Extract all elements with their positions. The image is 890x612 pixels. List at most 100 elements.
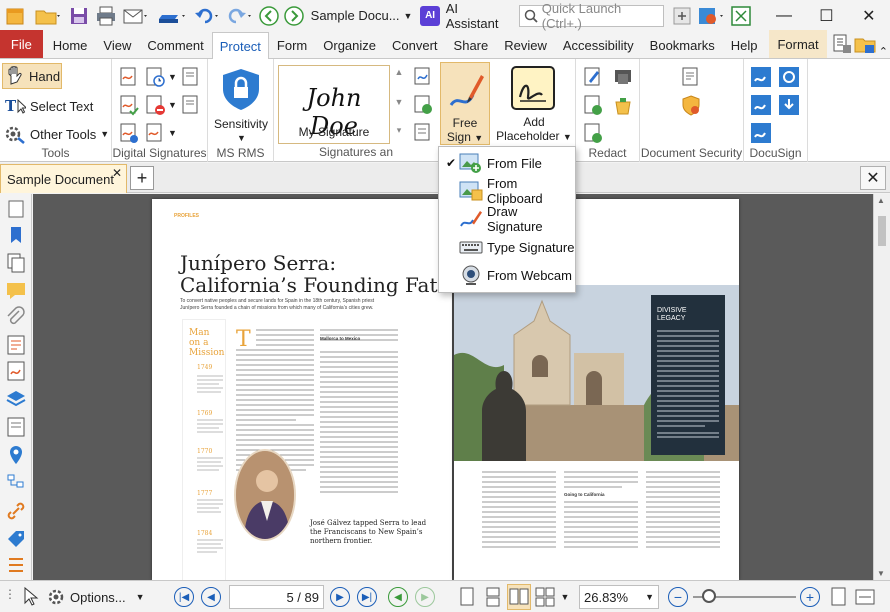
hand-tool-button[interactable]: Hand — [2, 63, 62, 89]
trusted-certs-icon[interactable] — [180, 94, 202, 116]
attachments-icon[interactable] — [5, 306, 27, 328]
last-page-button[interactable]: ▶| — [357, 587, 377, 607]
other-tools-button[interactable]: Other Tools ▼ — [4, 121, 109, 147]
tab-convert[interactable]: Convert — [384, 32, 446, 58]
tab-review[interactable]: Review — [496, 32, 555, 58]
maximize-button[interactable]: ☐ — [805, 1, 847, 31]
redact-pages-icon[interactable] — [612, 66, 634, 88]
collapse-ribbon-icon[interactable]: ⌃ — [877, 45, 890, 58]
gallery-more-icon[interactable]: ▾ — [392, 125, 406, 136]
tab-comment[interactable]: Comment — [139, 32, 211, 58]
single-page-view-icon[interactable] — [455, 584, 479, 610]
email-icon[interactable] — [120, 2, 155, 30]
docusign-settings-icon[interactable] — [750, 122, 772, 144]
chevron-down-icon[interactable]: ▼ — [404, 11, 413, 21]
scroll-down-icon[interactable]: ▼ — [877, 569, 885, 578]
gallery-down-icon[interactable]: ▼ — [392, 97, 406, 107]
order-icon[interactable] — [5, 554, 27, 576]
timestamp-icon[interactable] — [144, 66, 166, 88]
options-button[interactable]: Options... ▼ — [46, 585, 145, 609]
docusign-sign-icon[interactable] — [750, 94, 772, 116]
new-tab-button[interactable]: + — [130, 166, 154, 190]
sanitize-icon[interactable] — [612, 94, 634, 116]
security-lock-icon[interactable] — [680, 94, 702, 116]
chevron-down-icon[interactable]: ▼ — [168, 72, 177, 82]
sign-document-icon[interactable] — [118, 66, 140, 88]
links-icon[interactable] — [5, 500, 27, 522]
previous-page-button[interactable]: ◀ — [201, 587, 221, 607]
gallery-scroll[interactable]: ▲ ▼ ▾ — [392, 67, 406, 143]
tab-organize[interactable]: Organize — [315, 32, 384, 58]
gallery-up-icon[interactable]: ▲ — [392, 67, 406, 77]
destinations-icon[interactable] — [5, 444, 27, 466]
ribbon-options-icon[interactable] — [831, 30, 853, 58]
select-text-button[interactable]: T Select Text — [4, 93, 93, 119]
menu-item-from-clipboard[interactable]: From Clipboard — [439, 176, 575, 206]
tab-share[interactable]: Share — [446, 32, 497, 58]
free-sign-button[interactable]: Free Sign ▼ — [440, 62, 490, 145]
save-icon[interactable] — [66, 2, 93, 30]
sensitivity-shield-icon[interactable] — [220, 67, 262, 111]
redo-icon[interactable] — [224, 2, 257, 30]
fields-icon[interactable] — [5, 334, 27, 356]
next-page-button[interactable]: ▶ — [330, 587, 350, 607]
fit-width-icon[interactable] — [854, 586, 876, 608]
mark-redaction-icon[interactable] — [582, 66, 604, 88]
signature-clear-icon[interactable] — [412, 121, 434, 143]
cert-manager-icon[interactable] — [180, 66, 202, 88]
forward-view-button[interactable]: ▶ — [415, 587, 435, 607]
layers-icon[interactable] — [5, 388, 27, 410]
signatures-panel-icon[interactable] — [5, 360, 27, 382]
structure-icon[interactable] — [5, 472, 27, 494]
scroll-thumb[interactable] — [878, 216, 886, 246]
zoom-input[interactable]: 26.83% ▼ — [579, 585, 659, 609]
chevron-down-icon[interactable]: ▼ — [645, 592, 654, 602]
signature-settings-icon[interactable] — [118, 122, 140, 144]
back-view-button[interactable]: ◀ — [388, 587, 408, 607]
tab-file[interactable]: File — [0, 30, 43, 58]
menu-item-from-file[interactable]: ✔ From File — [439, 149, 575, 177]
cursor-icon[interactable] — [20, 585, 42, 607]
tab-bookmarks[interactable]: Bookmarks — [642, 32, 723, 58]
menu-item-type-signature[interactable]: Type Signature — [439, 233, 575, 261]
forward-nav-icon[interactable] — [282, 2, 307, 30]
zoom-slider-thumb[interactable] — [702, 589, 716, 603]
certify-icon[interactable] — [144, 122, 166, 144]
sensitivity-button[interactable]: Sensitivity — [210, 117, 272, 131]
first-page-button[interactable]: |◀ — [174, 587, 194, 607]
vertical-scrollbar[interactable]: ▲ ▼ — [873, 194, 890, 580]
signature-tool-icon[interactable] — [412, 65, 434, 87]
docusign-send-icon[interactable] — [750, 66, 772, 88]
theme-icon[interactable] — [695, 2, 728, 30]
bookmarks-icon[interactable] — [5, 224, 27, 246]
apply-redaction-icon[interactable] — [582, 94, 604, 116]
app-logo-icon[interactable] — [0, 2, 31, 30]
panel-toggle-icon[interactable] — [5, 198, 27, 220]
redact-search-icon[interactable] — [582, 122, 604, 144]
zoom-in-button[interactable]: + — [800, 587, 820, 607]
tab-form[interactable]: Form — [269, 32, 315, 58]
scroll-up-icon[interactable]: ▲ — [877, 196, 885, 205]
view-mode-chevron-icon[interactable]: ▼ — [553, 584, 577, 610]
continuous-view-icon[interactable] — [481, 584, 505, 610]
menu-item-draw-signature[interactable]: Draw Signature — [439, 204, 575, 234]
tab-help[interactable]: Help — [723, 32, 766, 58]
close-tab-icon[interactable]: ✕ — [112, 166, 122, 180]
comments-icon[interactable] — [5, 280, 27, 302]
fullscreen-icon[interactable] — [728, 2, 755, 30]
document-picker[interactable]: Sample Docu... — [311, 8, 400, 23]
facing-view-icon[interactable] — [507, 584, 531, 610]
docusign-download-icon[interactable] — [778, 94, 800, 116]
remove-signature-icon[interactable] — [144, 94, 166, 116]
chevron-down-icon[interactable]: ▼ — [168, 128, 177, 138]
pages-icon[interactable] — [5, 252, 27, 274]
ai-assistant-button[interactable]: AI AI Assistant — [420, 1, 511, 31]
content-icon[interactable] — [5, 416, 27, 438]
document-tab[interactable]: Sample Document ✕ — [0, 164, 127, 193]
quick-launch-settings-icon[interactable] — [670, 2, 695, 30]
docusign-status-icon[interactable] — [778, 66, 800, 88]
scan-icon[interactable] — [154, 2, 191, 30]
undo-icon[interactable] — [191, 2, 224, 30]
tab-view[interactable]: View — [95, 32, 139, 58]
close-document-button[interactable]: ✕ — [860, 166, 886, 190]
